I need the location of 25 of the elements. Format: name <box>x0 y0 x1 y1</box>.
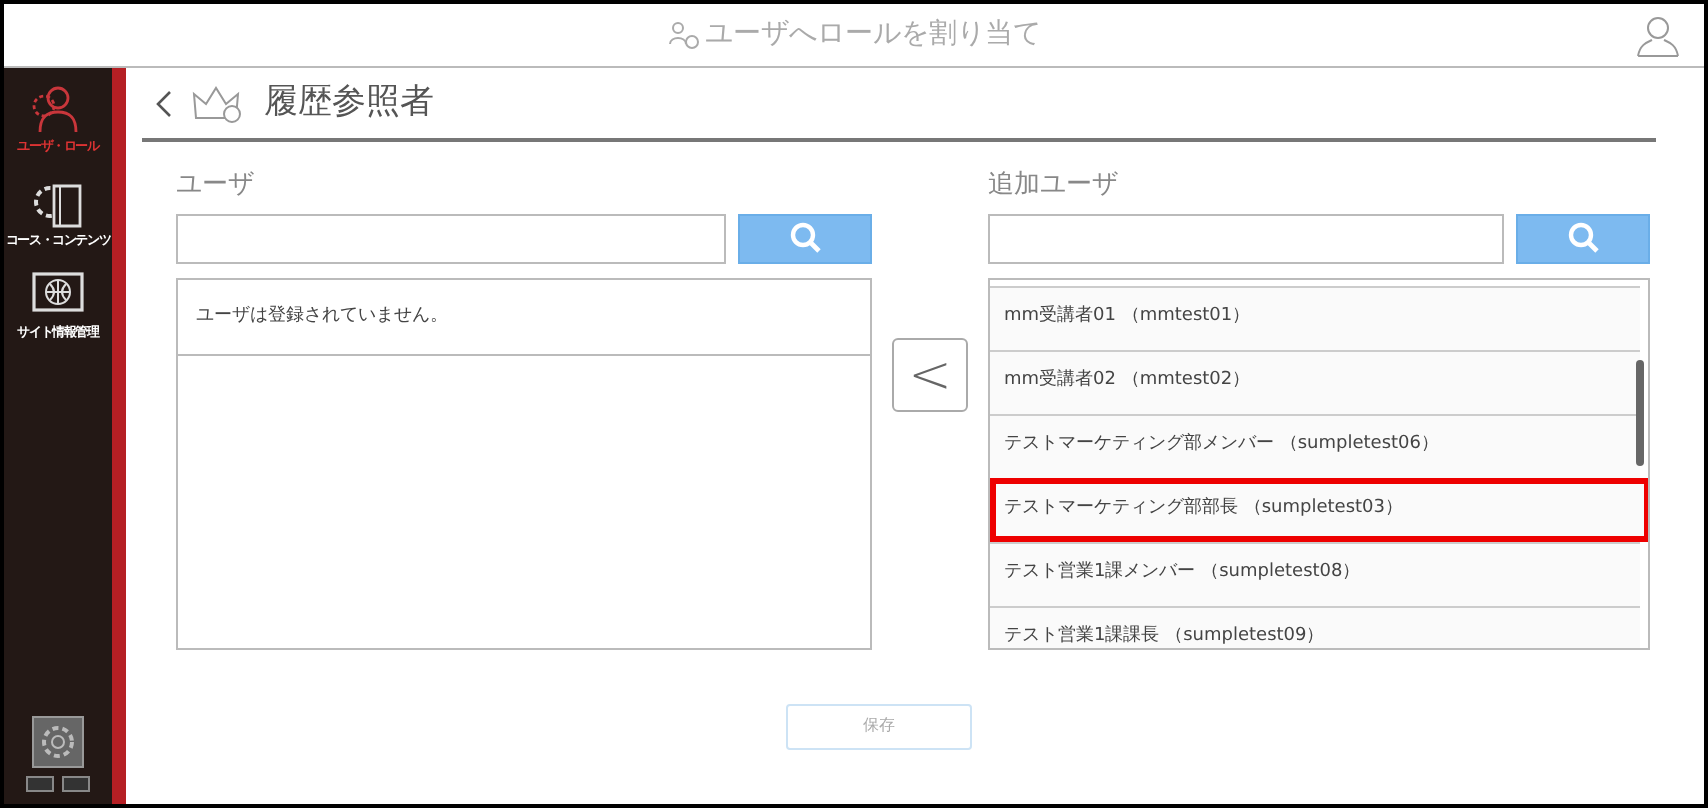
list-item[interactable]: mm受講者02 （mmtest02） <box>990 349 1640 413</box>
empty-message: ユーザは登録されていません。 <box>178 279 870 356</box>
expand-button[interactable] <box>62 776 90 792</box>
search-icon <box>1567 222 1599 254</box>
list-item[interactable]: テストマーケティング部メンバー （sumpletest06） <box>990 413 1640 477</box>
search-button[interactable] <box>738 213 872 263</box>
section-label: 追加ユーザ <box>988 168 1120 204</box>
list-item[interactable]: mm受講者01 （mmtest01） <box>990 285 1640 349</box>
scrollbar-thumb[interactable] <box>1636 359 1644 465</box>
move-left-button[interactable]: < <box>892 338 968 412</box>
section-label: ユーザ <box>176 168 256 204</box>
list-item[interactable]: テストマーケティング部部長 （sumpletest03） <box>990 477 1648 541</box>
page-title: 履歴参照者 <box>264 79 434 126</box>
user-icon[interactable] <box>1636 14 1680 58</box>
role-icon <box>667 19 699 51</box>
settings-icon[interactable] <box>32 716 84 768</box>
list-item[interactable]: テスト営業1課課長 （sumpletest09） <box>990 605 1640 647</box>
list-item[interactable]: テスト営業1課メンバー （sumpletest08） <box>990 541 1640 605</box>
search-field[interactable] <box>988 213 1504 263</box>
window-title: ユーザへロールを割り当て <box>705 16 1041 54</box>
search-button[interactable] <box>1516 213 1650 263</box>
crown-icon <box>192 83 244 123</box>
collapse-button[interactable] <box>26 776 54 792</box>
search-field[interactable] <box>176 213 726 263</box>
search-icon <box>789 222 821 254</box>
